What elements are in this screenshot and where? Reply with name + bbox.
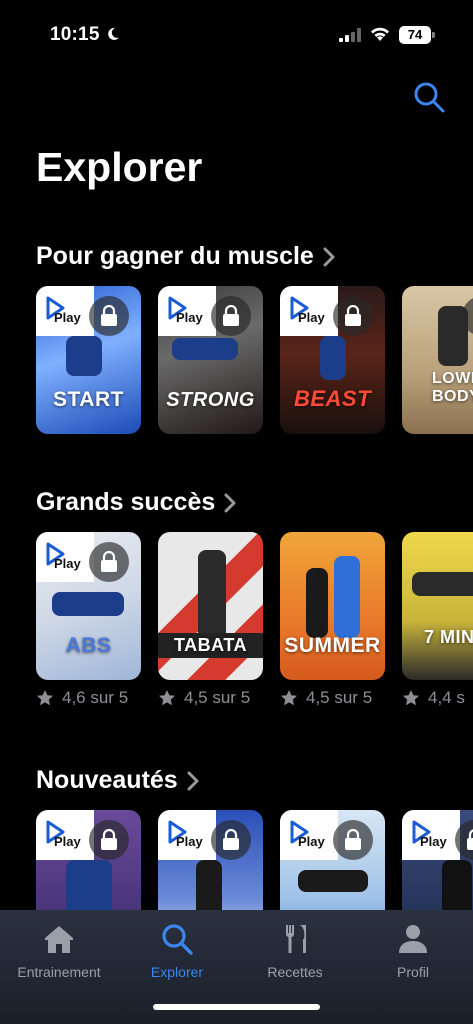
play-label: Play	[176, 310, 203, 325]
moon-icon	[108, 27, 119, 40]
search-button[interactable]	[412, 80, 446, 114]
status-bar: 10:15 74	[0, 0, 473, 64]
program-card-lower-body[interactable]: LOWER BODY	[402, 286, 473, 434]
lock-icon	[333, 820, 373, 860]
play-label: Play	[176, 834, 203, 849]
person-icon	[399, 925, 427, 953]
play-label: Play	[54, 556, 81, 571]
program-card-7min[interactable]: 7 MINU	[402, 532, 473, 680]
play-badge: Play	[280, 810, 338, 860]
rating: 4,4 s	[402, 688, 465, 708]
card-title: STRONG	[166, 389, 255, 411]
rating-text: 4,6 sur 5	[62, 688, 129, 707]
tab-recettes[interactable]: Recettes	[236, 922, 354, 980]
lock-icon	[89, 542, 129, 582]
rating-text: 4,4 s	[428, 688, 465, 707]
play-badge: Play	[158, 286, 216, 336]
rating-text: 4,5 sur 5	[306, 688, 373, 707]
rating-text: 4,5 sur 5	[184, 688, 251, 707]
tab-label: Recettes	[267, 964, 323, 980]
section-header-hits[interactable]: Grands succès	[36, 488, 237, 517]
star-icon	[281, 690, 297, 706]
card-title: START	[53, 388, 124, 411]
rating: 4,6 sur 5	[36, 688, 128, 708]
lock-icon	[333, 296, 373, 336]
section-title: Nouveautés	[36, 766, 178, 794]
carousel-hits[interactable]: Play ABS TABATA SUMMER 7 MINU	[0, 532, 473, 682]
tab-profil[interactable]: Profil	[354, 922, 472, 980]
program-card-abs[interactable]: Play ABS	[36, 532, 141, 680]
program-card-new-4[interactable]: Play	[402, 810, 473, 910]
card-title: SUMMER	[284, 634, 381, 657]
play-badge: Play	[280, 286, 338, 336]
carousel-muscle[interactable]: Play START Play STRONG Play BEAST LOW BO…	[0, 286, 473, 436]
play-badge: Play	[36, 532, 94, 582]
tab-label: Entrainement	[17, 964, 101, 980]
program-card-strong[interactable]: Play STRONG	[158, 286, 263, 434]
section-title: Pour gagner du muscle	[36, 242, 314, 270]
tab-explorer[interactable]: Explorer	[118, 922, 236, 980]
search-icon	[162, 924, 193, 955]
lock-icon	[89, 820, 129, 860]
program-card-new-3[interactable]: Play	[280, 810, 385, 910]
battery-icon: 74	[399, 26, 435, 44]
chevron-right-icon	[187, 771, 199, 790]
home-icon	[45, 926, 73, 953]
star-icon	[403, 690, 419, 706]
program-card-beast[interactable]: Play BEAST	[280, 286, 385, 434]
status-time: 10:15	[50, 24, 100, 45]
star-icon	[37, 690, 53, 706]
signal-icon	[339, 28, 361, 42]
card-title: 7 MINU	[424, 627, 473, 647]
lock-icon	[89, 296, 129, 336]
program-card-new-1[interactable]: Play	[36, 810, 141, 910]
card-title: BEAST	[293, 386, 372, 411]
rating: 4,5 sur 5	[158, 688, 250, 708]
carousel-new[interactable]: Play Play Play Play	[0, 810, 473, 910]
play-label: Play	[54, 834, 81, 849]
tab-entrainement[interactable]: Entrainement	[0, 922, 118, 980]
chevron-right-icon	[224, 493, 236, 512]
play-label: Play	[420, 834, 447, 849]
lock-icon	[211, 820, 251, 860]
page-title: Explorer	[36, 144, 203, 190]
section-header-muscle[interactable]: Pour gagner du muscle	[36, 242, 336, 271]
fork-knife-icon	[285, 925, 306, 953]
play-badge: Play	[36, 810, 94, 860]
ratings-row: 4,6 sur 5 4,5 sur 5 4,5 sur 5 4,4 s	[0, 688, 473, 712]
tab-label: Explorer	[150, 964, 204, 980]
play-label: Play	[298, 834, 325, 849]
play-badge: Play	[402, 810, 460, 860]
wifi-icon	[371, 27, 389, 41]
card-title: LOWER BODY	[432, 370, 473, 405]
chevron-right-icon	[323, 247, 335, 266]
play-badge: Play	[158, 810, 216, 860]
lock-icon	[211, 296, 251, 336]
program-card-start[interactable]: Play START	[36, 286, 141, 434]
rating: 4,5 sur 5	[280, 688, 372, 708]
battery-level: 74	[399, 26, 431, 44]
program-card-summer[interactable]: SUMMER	[280, 532, 385, 680]
home-indicator	[153, 1004, 320, 1010]
program-card-tabata[interactable]: TABATA	[158, 532, 263, 680]
card-title: ABS	[65, 634, 112, 657]
program-card-new-2[interactable]: Play	[158, 810, 263, 910]
play-label: Play	[298, 310, 325, 325]
section-header-new[interactable]: Nouveautés	[36, 766, 200, 795]
tab-label: Profil	[397, 964, 429, 980]
star-icon	[159, 690, 175, 706]
section-title: Grands succès	[36, 488, 216, 516]
play-badge: Play	[36, 286, 94, 336]
play-label: Play	[54, 310, 81, 325]
card-title: TABATA	[158, 633, 263, 658]
